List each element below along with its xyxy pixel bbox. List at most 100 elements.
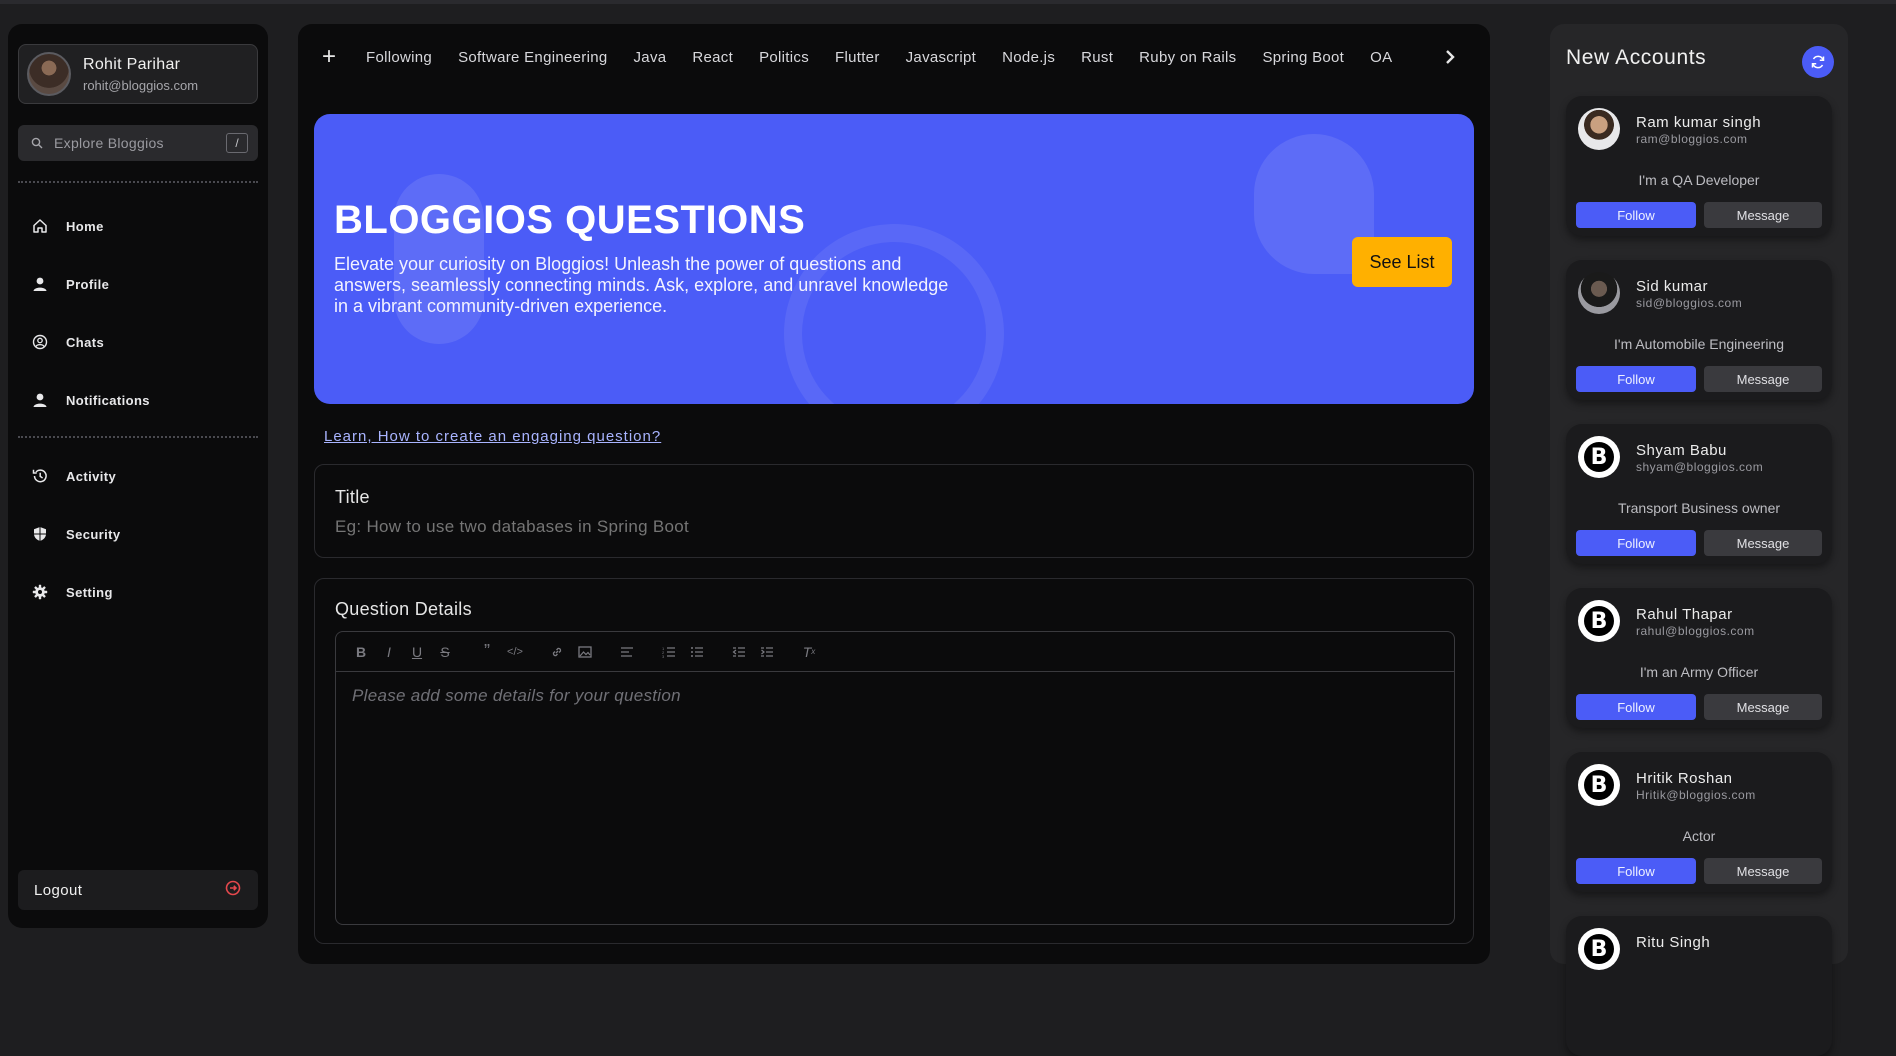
clear-format-icon[interactable]: Tx (798, 641, 820, 663)
hero-title: BLOGGIOS QUESTIONS (334, 198, 806, 242)
nav-item-label: Security (66, 526, 121, 542)
tab-spring-boot[interactable]: Spring Boot (1262, 49, 1344, 66)
link-icon[interactable] (546, 641, 568, 663)
account-card: B Hritik Roshan Hritik@bloggios.com Acto… (1566, 752, 1832, 892)
follow-button[interactable]: Follow (1576, 530, 1696, 556)
avatar (1578, 108, 1620, 150)
account-card: B Ritu Singh (1566, 916, 1832, 1056)
chevron-right-icon (1446, 50, 1455, 64)
nav-item-home[interactable]: Home (22, 208, 254, 244)
gear-icon (30, 582, 50, 602)
nav-item-label: Home (66, 218, 104, 234)
account-name: Shyam Babu (1636, 442, 1727, 459)
outdent-icon[interactable] (728, 641, 750, 663)
question-details-card: Question Details B I U S ” </> 123 T x P… (314, 578, 1474, 944)
nav-item-profile[interactable]: Profile (22, 266, 254, 302)
divider (18, 181, 258, 183)
nav-item-label: Profile (66, 276, 110, 292)
align-left-icon[interactable] (616, 641, 638, 663)
nav-item-label: Activity (66, 468, 117, 484)
search-icon (28, 134, 46, 152)
tab-flutter[interactable]: Flutter (835, 49, 880, 66)
panel-title: New Accounts (1566, 46, 1707, 69)
search-shortcut-key: / (226, 133, 248, 153)
svg-text:3: 3 (662, 654, 665, 658)
search-input[interactable]: Explore Bloggios / (18, 125, 258, 161)
account-email: sid@bloggios.com (1636, 296, 1743, 310)
add-topic-button[interactable]: + (316, 45, 342, 69)
avatar: B (1578, 436, 1620, 478)
bloggios-logo-icon: B (1584, 606, 1614, 636)
user-profile-card[interactable]: Rohit Parihar rohit@bloggios.com (18, 44, 258, 104)
refresh-button[interactable] (1802, 46, 1834, 78)
tab-oa[interactable]: OA (1370, 49, 1392, 66)
message-button[interactable]: Message (1704, 858, 1822, 884)
underline-icon[interactable]: U (406, 641, 428, 663)
message-button[interactable]: Message (1704, 202, 1822, 228)
tab-java[interactable]: Java (634, 49, 667, 66)
account-card: Ram kumar singh ram@bloggios.com I'm a Q… (1566, 96, 1832, 236)
account-name: Hritik Roshan (1636, 770, 1733, 787)
follow-button[interactable]: Follow (1576, 694, 1696, 720)
account-bio: I'm an Army Officer (1639, 664, 1759, 680)
code-icon[interactable]: </> (504, 641, 526, 663)
question-details-label: Question Details (335, 599, 472, 619)
account-name: Ram kumar singh (1636, 114, 1762, 131)
ordered-list-icon[interactable]: 123 (658, 641, 680, 663)
tab-software-engineering[interactable]: Software Engineering (458, 49, 607, 66)
home-icon (30, 216, 50, 236)
nav-item-notifications[interactable]: Notifications (22, 382, 254, 418)
account-name: Rahul Thapar (1636, 606, 1733, 623)
title-label: Title (335, 487, 370, 507)
message-button[interactable]: Message (1704, 694, 1822, 720)
strikethrough-icon[interactable]: S (434, 641, 456, 663)
user-email: rohit@bloggios.com (83, 77, 199, 93)
nav-item-security[interactable]: Security (22, 516, 254, 552)
user-info: Rohit Parihar rohit@bloggios.com (83, 56, 198, 93)
bloggios-logo-icon: B (1584, 770, 1614, 800)
message-button[interactable]: Message (1704, 366, 1822, 392)
avatar: B (1578, 600, 1620, 642)
bloggios-logo-icon: B (1584, 934, 1614, 964)
learn-question-link[interactable]: Learn, How to create an engaging questio… (324, 428, 661, 445)
nav-item-chats[interactable]: Chats (22, 324, 254, 360)
title-input[interactable] (335, 517, 1445, 537)
follow-button[interactable]: Follow (1576, 366, 1696, 392)
bold-icon[interactable]: B (350, 641, 372, 663)
question-details-input[interactable]: Please add some details for your questio… (336, 672, 1454, 720)
nav-item-label: Chats (66, 334, 105, 350)
window-top-bar (0, 0, 1896, 4)
indent-icon[interactable] (756, 641, 778, 663)
tab-nodejs[interactable]: Node.js (1002, 49, 1055, 66)
follow-button[interactable]: Follow (1576, 858, 1696, 884)
tab-politics[interactable]: Politics (759, 49, 809, 66)
logout-button[interactable]: Logout (18, 870, 258, 910)
topic-tabs: + Following Software Engineering Java Re… (316, 42, 1476, 72)
tab-rust[interactable]: Rust (1081, 49, 1113, 66)
tab-ruby-on-rails[interactable]: Ruby on Rails (1139, 49, 1236, 66)
shield-icon (30, 524, 50, 544)
tab-react[interactable]: React (692, 49, 733, 66)
logout-label: Logout (34, 881, 83, 899)
main-content: + Following Software Engineering Java Re… (298, 24, 1490, 964)
nav-item-activity[interactable]: Activity (22, 458, 254, 494)
editor-toolbar: B I U S ” </> 123 T x (336, 632, 1454, 672)
nav-item-setting[interactable]: Setting (22, 574, 254, 610)
image-icon[interactable] (574, 641, 596, 663)
account-bio: Transport Business owner (1617, 500, 1781, 516)
quote-icon[interactable]: ” (476, 641, 498, 663)
logout-icon (224, 879, 242, 902)
divider (18, 436, 258, 438)
account-email: rahul@bloggios.com (1636, 624, 1755, 638)
tabs-scroll-right-button[interactable] (1416, 42, 1476, 72)
bullet-list-icon[interactable] (686, 641, 708, 663)
see-list-button[interactable]: See List (1352, 237, 1452, 287)
italic-icon[interactable]: I (378, 641, 400, 663)
nav-item-label: Setting (66, 584, 113, 600)
tab-following[interactable]: Following (366, 49, 432, 66)
avatar (1578, 272, 1620, 314)
tab-javascript[interactable]: Javascript (906, 49, 977, 66)
account-bio: I'm Automobile Engineering (1614, 336, 1784, 352)
follow-button[interactable]: Follow (1576, 202, 1696, 228)
message-button[interactable]: Message (1704, 530, 1822, 556)
